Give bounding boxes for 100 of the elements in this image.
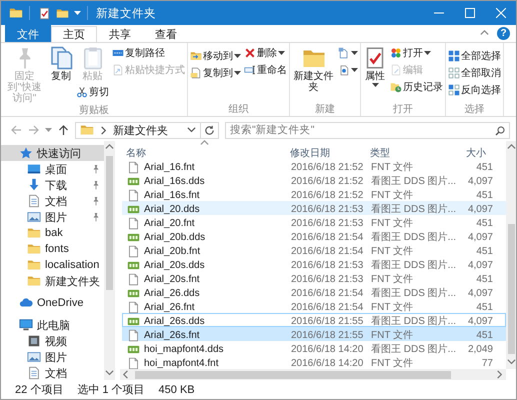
move-folder-icon — [190, 50, 202, 62]
scroll-thumb[interactable] — [135, 370, 451, 378]
caret-icon — [278, 51, 285, 55]
ribbon-tab[interactable]: 查看 — [143, 26, 189, 42]
nav-item[interactable]: bak — [1, 225, 104, 241]
group-label: 组织 — [228, 104, 250, 116]
file-type: FNT 文件 — [370, 300, 414, 314]
breadcrumb[interactable]: 新建文件夹 — [113, 122, 182, 138]
ribbon-button[interactable]: 删除 — [243, 45, 288, 61]
scrollbar[interactable] — [120, 369, 506, 380]
file-row[interactable]: Arial_26.dds 2016/6/18 21:54 看图王 DDS 图片... 4,097 — [122, 285, 506, 299]
file-icon — [127, 356, 140, 370]
ribbon-button[interactable]: 复制到 — [189, 65, 242, 81]
scroll-thumb[interactable] — [508, 224, 514, 354]
refresh-button[interactable] — [201, 122, 219, 138]
ribbon-tab[interactable]: 主页 — [51, 26, 97, 42]
ribbon-button[interactable]: 复制路径 — [111, 45, 186, 61]
nav-item[interactable]: 图片 — [1, 349, 104, 365]
recent-locations-button[interactable] — [45, 128, 52, 132]
nav-item[interactable]: 桌面 — [1, 161, 104, 177]
file-row[interactable]: Arial_16s.fnt 2016/6/18 21:52 FNT 文件 451 — [122, 187, 506, 201]
nav-item[interactable]: 快速访问 — [1, 145, 104, 161]
nav-item[interactable]: 新建文件夹 — [1, 273, 104, 289]
document-icon — [27, 194, 41, 208]
file-row[interactable]: Arial_20b.dds 2016/6/18 21:54 看图王 DDS 图片... 4,097 — [122, 229, 506, 243]
help-button[interactable]: ? — [497, 27, 510, 40]
file-size: 451 — [475, 246, 494, 256]
file-size: 451 — [475, 218, 494, 228]
file-type: FNT 文件 — [370, 216, 414, 230]
file-size: 451 — [475, 302, 494, 312]
nav-item[interactable]: 视频 — [1, 333, 104, 349]
nav-item[interactable]: 此电脑 — [1, 317, 104, 333]
ribbon-button[interactable]: 新建文件夹 — [291, 45, 336, 94]
caret-icon — [351, 68, 358, 72]
file-row[interactable]: Arial_20s.fnt 2016/6/18 21:53 FNT 文件 451 — [122, 271, 506, 285]
search-icon — [495, 126, 505, 136]
forward-button[interactable] — [28, 125, 39, 135]
nav-item[interactable]: 文档 — [1, 193, 104, 209]
shortcut-icon — [112, 64, 124, 76]
modified-date: 2016/6/18 21:54 — [290, 288, 364, 298]
ribbon-tab[interactable]: 文件 — [5, 25, 51, 42]
nav-item[interactable]: 图片 — [1, 209, 104, 225]
ribbon-button[interactable]: 移动到 — [189, 48, 242, 64]
group-label: 剪贴板 — [78, 105, 110, 116]
column-header[interactable]: 类型 — [366, 141, 462, 159]
modified-date: 2016/6/18 21:54 — [290, 232, 364, 242]
ribbon-button[interactable]: 剪切 — [75, 84, 110, 100]
ribbon-button[interactable]: 反向选择 — [447, 82, 502, 98]
file-row[interactable]: Arial_20b.fnt 2016/6/18 21:54 FNT 文件 451 — [122, 243, 506, 257]
ribbon-button[interactable] — [337, 45, 359, 61]
nav-item[interactable]: fonts — [1, 241, 104, 257]
ribbon-button[interactable]: 历史记录 — [389, 79, 444, 95]
file-row[interactable]: Arial_20.fnt 2016/6/18 21:53 FNT 文件 451 — [122, 215, 506, 229]
invert-selection-icon — [448, 84, 460, 96]
modified-date: 2016/6/18 14:20 — [290, 344, 364, 354]
ribbon-tab[interactable]: 共享 — [97, 26, 143, 42]
nav-item[interactable]: 下载 — [1, 177, 104, 193]
modified-date: 2016/6/18 21:54 — [290, 302, 364, 312]
delete-icon — [244, 47, 256, 59]
column-header[interactable]: 修改日期 — [286, 141, 366, 159]
caret-icon — [424, 51, 431, 55]
path-icon — [112, 47, 124, 59]
file-size: 451 — [475, 162, 494, 172]
file-row[interactable]: Arial_26.fnt 2016/6/18 21:54 FNT 文件 451 — [122, 299, 506, 313]
ribbon-button[interactable]: 属性 — [362, 45, 388, 88]
file-name: Arial_26s.fnt — [123, 328, 287, 342]
back-button[interactable] — [11, 125, 22, 135]
file-row[interactable]: hoi_mapfont4.dds 2016/6/18 14:20 看图王 DDS 图片... 2,049 — [122, 341, 506, 355]
nav-item[interactable]: localisation — [1, 257, 104, 273]
column-header[interactable]: 大小 — [462, 141, 494, 159]
column-header[interactable]: 名称 — [122, 141, 286, 159]
copy-icon — [49, 46, 73, 70]
file-row[interactable]: Arial_16s.dds 2016/6/18 21:52 看图王 DDS 图片... 4,097 — [122, 173, 506, 187]
file-row[interactable]: Arial_26s.dds 2016/6/18 21:55 看图王 DDS 图片... 4,097 — [122, 313, 506, 327]
ribbon-button[interactable]: 复制 — [48, 45, 74, 83]
ribbon-button[interactable]: 全部取消 — [447, 65, 502, 81]
file-size: 4,097 — [466, 204, 494, 214]
nav-item[interactable]: 文档 — [1, 365, 104, 380]
ribbon-button[interactable]: 打开 — [389, 45, 444, 61]
file-row[interactable]: hoi_mapfont4.fnt 2016/6/18 14:20 FNT 文件 77 — [122, 355, 506, 369]
folder-icon — [27, 226, 41, 240]
modified-date: 2016/6/18 21:52 — [290, 176, 364, 186]
ribbon-button[interactable]: 全部选择 — [447, 48, 502, 64]
file-row[interactable]: Arial_16.fnt 2016/6/18 21:52 FNT 文件 451 — [122, 159, 506, 173]
history-icon — [390, 81, 402, 93]
scrollbar[interactable] — [506, 141, 516, 369]
close-icon — [496, 8, 506, 18]
file-row[interactable]: Arial_20.dds 2016/6/18 21:53 看图王 DDS 图片... 4,097 — [122, 201, 506, 215]
up-button[interactable] — [58, 125, 69, 135]
scroll-thumb[interactable] — [106, 156, 112, 290]
scrollbar[interactable] — [104, 141, 114, 380]
file-row[interactable]: Arial_26s.fnt 2016/6/18 21:55 FNT 文件 451 — [122, 327, 506, 341]
desktop-icon — [27, 162, 41, 176]
address-bar[interactable]: 新建文件夹 — [75, 122, 201, 138]
nav-item[interactable]: OneDrive — [1, 295, 104, 311]
ribbon-button[interactable]: 重命名 — [243, 62, 288, 78]
folder-icon — [27, 258, 41, 272]
selection-count: 选中 1 个项目 — [77, 383, 145, 397]
file-row[interactable]: Arial_20s.dds 2016/6/18 21:53 看图王 DDS 图片... 4,097 — [122, 257, 506, 271]
search-field[interactable]: 搜索"新建文件夹" — [225, 122, 510, 138]
